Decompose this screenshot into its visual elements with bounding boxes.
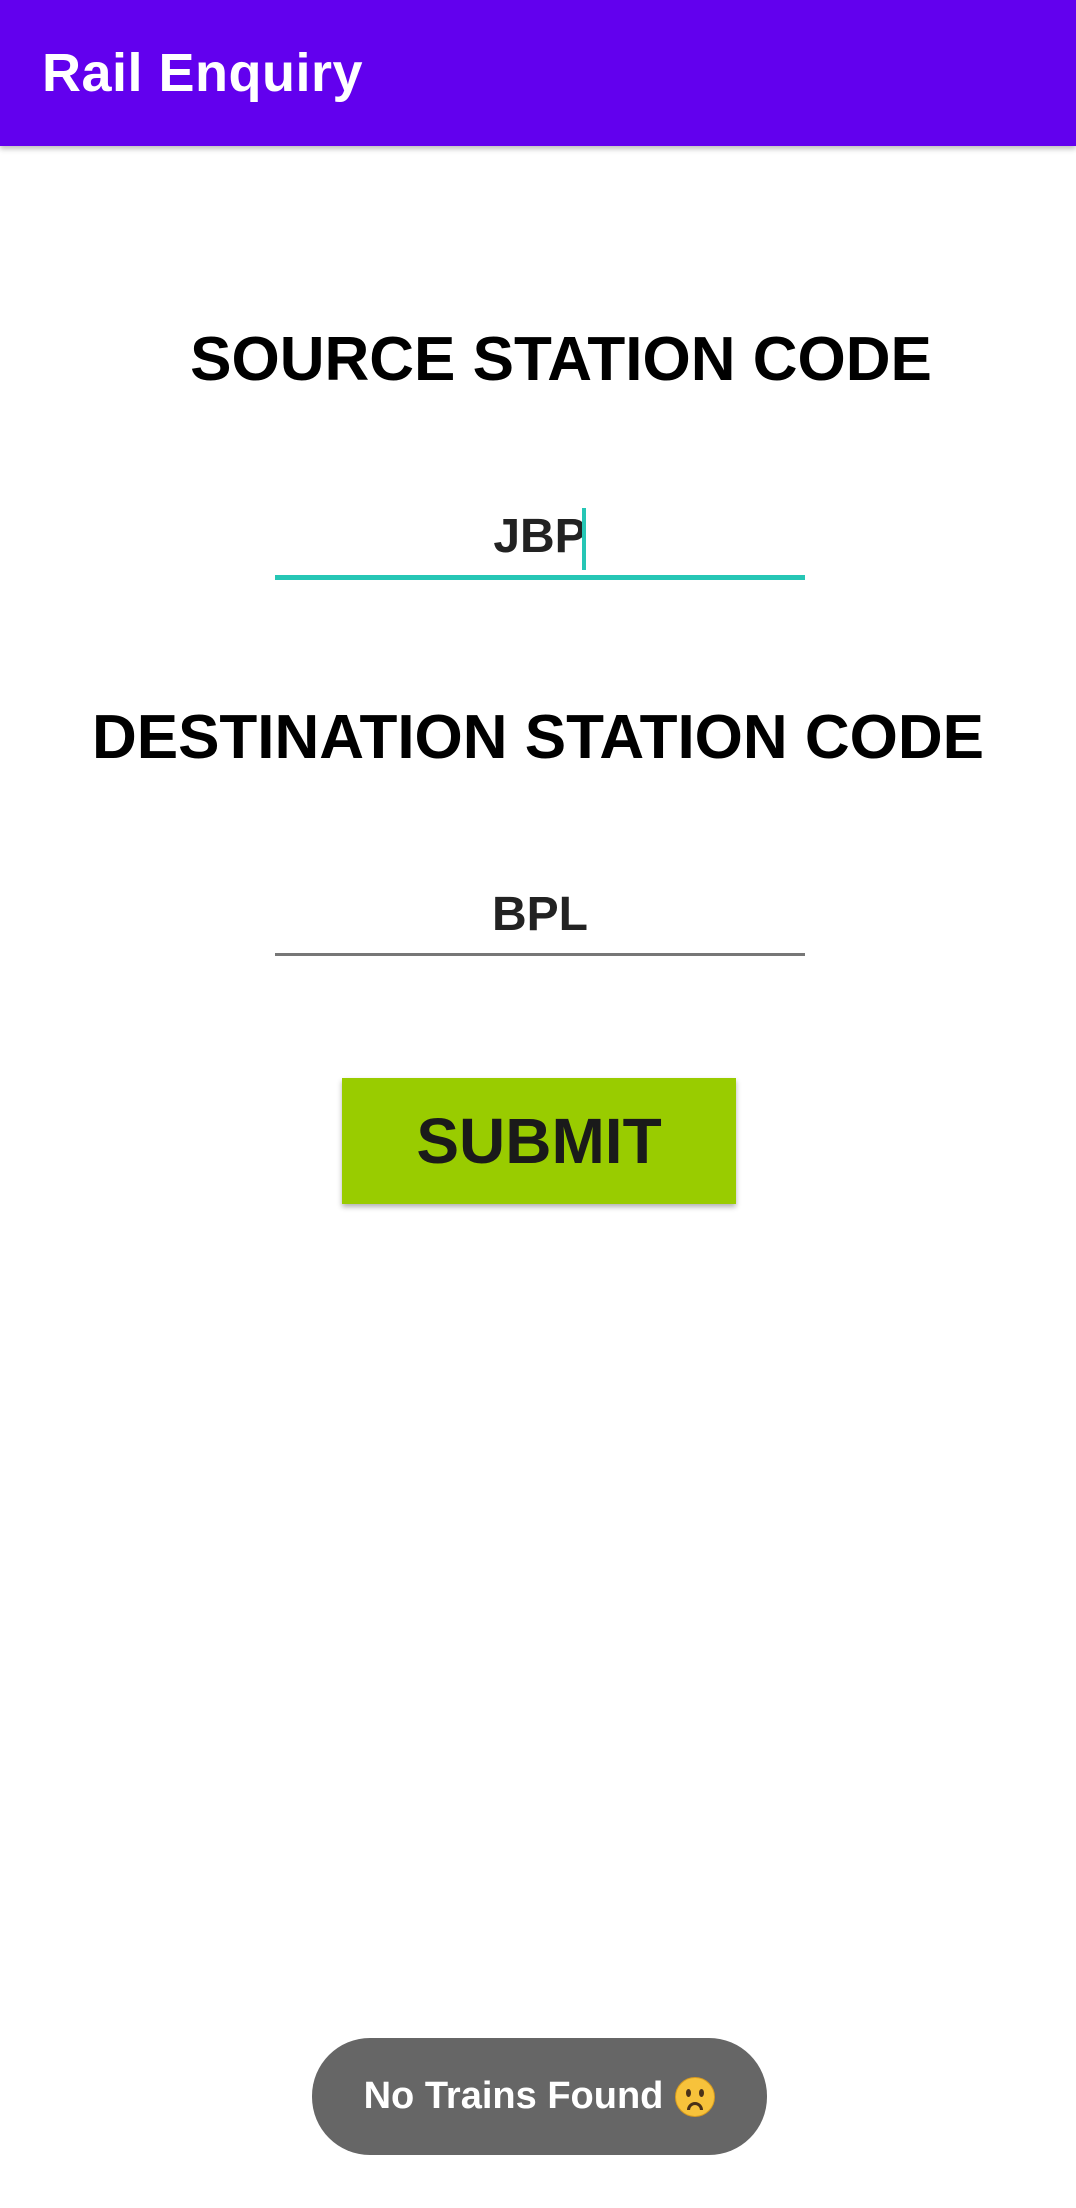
destination-field-underline <box>275 953 805 956</box>
source-field-underline <box>275 575 805 580</box>
app-bar: Rail Enquiry <box>0 0 1076 146</box>
source-station-label: SOURCE STATION CODE <box>190 325 932 394</box>
submit-button[interactable]: SUBMIT <box>342 1078 736 1204</box>
source-station-field[interactable] <box>275 500 805 580</box>
toast-notification: No Trains Found <box>312 2038 767 2155</box>
destination-station-field[interactable] <box>275 878 805 958</box>
source-station-input[interactable] <box>275 500 805 572</box>
destination-station-label: DESTINATION STATION CODE <box>91 703 985 772</box>
toast-message: No Trains Found <box>363 2075 664 2117</box>
app-title: Rail Enquiry <box>42 43 364 103</box>
sad-face-emoji-icon <box>675 2076 716 2117</box>
text-caret <box>582 508 586 570</box>
destination-station-input[interactable] <box>275 878 805 950</box>
